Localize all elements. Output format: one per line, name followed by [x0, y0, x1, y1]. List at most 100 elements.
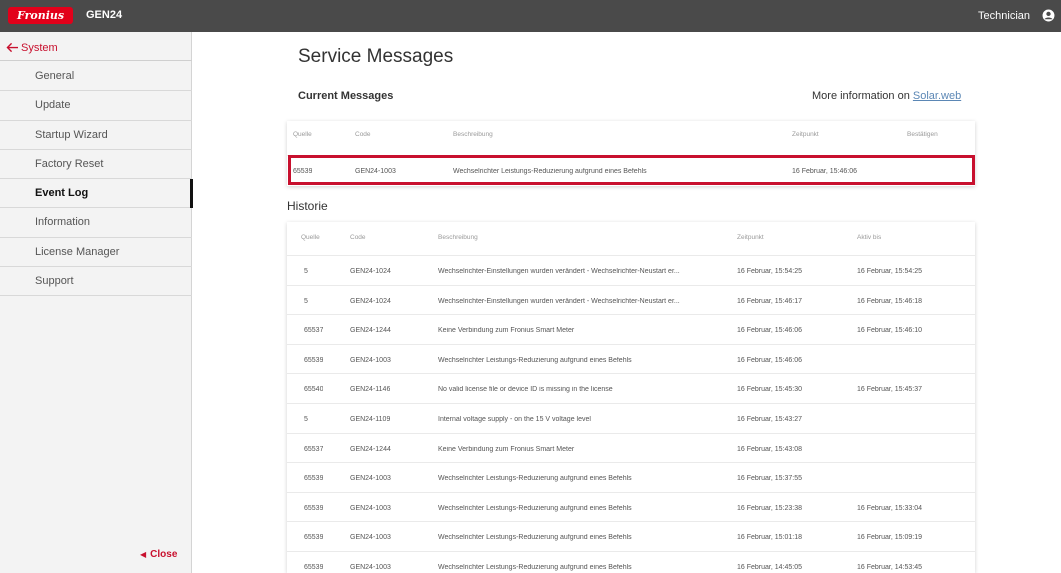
cell-time: 16 Februar, 15:37:55 — [737, 475, 802, 483]
cell-time: 16 Februar, 14:45:05 — [737, 564, 802, 571]
table-row[interactable]: 65539 GEN24-1003 Wechselrichter Leistungs-… — [287, 551, 975, 573]
product-name: GEN24 — [86, 9, 123, 21]
cell-code: GEN24-1024 — [350, 297, 391, 305]
chevron-left-icon: ◀ — [140, 550, 147, 559]
close-sidebar-button[interactable]: ◀ Close — [140, 549, 177, 560]
cell-active-until: 16 Februar, 15:46:18 — [857, 297, 922, 305]
table-row[interactable]: 65539 GEN24-1003 Wechselrichter Leistungs-… — [287, 343, 975, 374]
cell-source: 65539 — [304, 475, 324, 483]
cell-time: 16 Februar, 15:43:27 — [737, 416, 802, 423]
history-title: Historie — [287, 199, 328, 213]
col-time: Zeitpunkt — [737, 234, 764, 241]
cell-source: 65537 — [304, 445, 324, 453]
cell-time: 16 Februar, 15:45:30 — [737, 386, 802, 394]
cell-code: GEN24-1109 — [350, 416, 391, 423]
cell-description: Wechselrichter-Einstellungen wurden verä… — [438, 268, 680, 275]
cell-source: 5 — [304, 268, 308, 275]
cell-time: 16 Februar, 15:43:08 — [737, 445, 802, 453]
solarweb-link[interactable]: Solar.web — [913, 90, 961, 102]
table-row[interactable]: 5 GEN24-1024 Wechselrichter-Einstellungen … — [287, 284, 975, 315]
cell-description: Wechselrichter Leistungs-Reduzierung auf… — [438, 356, 632, 364]
cell-source: 65539 — [304, 564, 324, 571]
cell-description: No valid license file or device ID is mi… — [438, 386, 613, 394]
sidebar-back-label: System — [21, 42, 58, 54]
col-source: Quelle — [293, 131, 312, 138]
cell-time: 16 Februar, 15:23:38 — [737, 504, 802, 512]
user-role[interactable]: Technician — [978, 10, 1030, 22]
cell-time: 16 Februar, 15:46:06 — [737, 356, 802, 364]
sidebar-item-startup-wizard[interactable]: Startup Wizard — [0, 121, 192, 150]
sidebar-item-factory-reset[interactable]: Factory Reset — [0, 150, 192, 180]
top-bar: Fronius GEN24 Technician — [0, 0, 1061, 32]
cell-active-until: 16 Februar, 15:46:10 — [857, 327, 922, 335]
cell-code: GEN24-1244 — [350, 327, 391, 335]
cell-time: 16 Februar, 15:46:06 — [737, 327, 802, 335]
cell-source: 65539 — [304, 504, 324, 512]
col-source: Quelle — [301, 234, 320, 241]
sidebar-item-event-log[interactable]: Event Log — [0, 179, 193, 209]
cell-source: 65539 — [304, 534, 324, 542]
cell-code: GEN24-1003 — [350, 356, 391, 364]
cell-code: GEN24-1003 — [350, 564, 391, 571]
cell-description: Wechselrichter Leistungs-Reduzierung auf… — [438, 475, 632, 483]
cell-code: GEN24-1003 — [350, 534, 391, 542]
cell-active-until: 16 Februar, 14:53:45 — [857, 564, 922, 571]
cell-description: Keine Verbindung zum Fronius Smart Meter — [438, 327, 575, 335]
page-title: Service Messages — [298, 46, 454, 67]
cell-source: 5 — [304, 297, 308, 305]
cell-active-until: 16 Februar, 15:33:04 — [857, 504, 922, 512]
fronius-logo[interactable]: Fronius — [8, 7, 74, 24]
col-confirm: Bestätigen — [907, 131, 938, 138]
cell-description: Wechselrichter Leistungs-Reduzierung auf… — [438, 564, 632, 571]
cell-time: 16 Februar, 15:01:18 — [737, 534, 802, 542]
history-table: Quelle Code Beschreibung Zeitpunkt Aktiv… — [287, 222, 975, 573]
table-row[interactable]: 5 GEN24-1109 Internal voltage supply - on … — [287, 403, 975, 433]
cell-code: GEN24-1003 — [350, 504, 391, 512]
col-active-until: Aktiv bis — [857, 234, 882, 241]
more-info-prefix: More information on — [812, 90, 910, 102]
sidebar-back-system[interactable]: System — [0, 34, 192, 61]
table-row[interactable]: 65537 GEN24-1244 Keine Verbindung zum Fron… — [287, 314, 975, 344]
table-header: Quelle Code Beschreibung Zeitpunkt Bestä… — [287, 131, 975, 151]
current-message-highlight — [288, 155, 975, 185]
cell-code: GEN24-1244 — [350, 445, 391, 453]
cell-code: GEN24-1003 — [350, 475, 391, 483]
table-row[interactable]: 65539 GEN24-1003 Wechselrichter Leistungs-… — [287, 521, 975, 551]
current-messages-title: Current Messages — [298, 90, 394, 102]
arrow-left-icon — [6, 42, 18, 53]
sidebar-item-general[interactable]: General — [0, 62, 192, 92]
table-row[interactable]: 65540 GEN24-1146 No valid license file or … — [287, 373, 975, 403]
cell-active-until: 16 Februar, 15:54:25 — [857, 268, 922, 275]
cell-description: Keine Verbindung zum Fronius Smart Meter — [438, 445, 575, 453]
col-time: Zeitpunkt — [792, 131, 819, 138]
col-code: Code — [350, 234, 366, 241]
cell-source: 65539 — [304, 356, 324, 364]
cell-time: 16 Februar, 15:46:17 — [737, 297, 802, 305]
cell-description: Internal voltage supply - on the 15 V vo… — [438, 416, 591, 423]
cell-active-until: 16 Februar, 15:09:19 — [857, 534, 922, 542]
sidebar-item-license-manager[interactable]: License Manager — [0, 238, 192, 268]
cell-time: 16 Februar, 15:54:25 — [737, 268, 802, 275]
table-row[interactable]: 65539 GEN24-1003 Wechselrichter Leistungs-… — [287, 462, 975, 492]
cell-code: GEN24-1146 — [350, 386, 391, 394]
col-code: Code — [355, 131, 371, 138]
close-label: Close — [150, 549, 178, 560]
cell-source: 65537 — [304, 327, 324, 335]
cell-active-until: 16 Februar, 15:45:37 — [857, 386, 922, 394]
cell-description: Wechselrichter Leistungs-Reduzierung auf… — [438, 504, 632, 512]
table-header: Quelle Code Beschreibung Zeitpunkt Aktiv… — [287, 234, 975, 254]
col-description: Beschreibung — [453, 131, 493, 138]
user-circle-icon[interactable] — [1042, 9, 1055, 22]
table-row[interactable]: 65539 GEN24-1003 Wechselrichter Leistungs-… — [287, 491, 975, 522]
cell-description: Wechselrichter Leistungs-Reduzierung auf… — [438, 534, 632, 542]
cell-description: Wechselrichter-Einstellungen wurden verä… — [438, 297, 680, 305]
sidebar-item-update[interactable]: Update — [0, 91, 192, 121]
table-row[interactable]: 5 GEN24-1024 Wechselrichter-Einstellungen … — [287, 255, 975, 285]
cell-code: GEN24-1024 — [350, 268, 391, 275]
sidebar: System General Update Startup Wizard Factor… — [0, 32, 193, 573]
table-row[interactable]: 65537 GEN24-1244 Keine Verbindung zum Fron… — [287, 432, 975, 463]
col-description: Beschreibung — [438, 234, 478, 241]
cell-source: 65540 — [304, 386, 324, 394]
sidebar-item-information[interactable]: Information — [0, 208, 192, 238]
sidebar-item-support[interactable]: Support — [0, 267, 192, 297]
